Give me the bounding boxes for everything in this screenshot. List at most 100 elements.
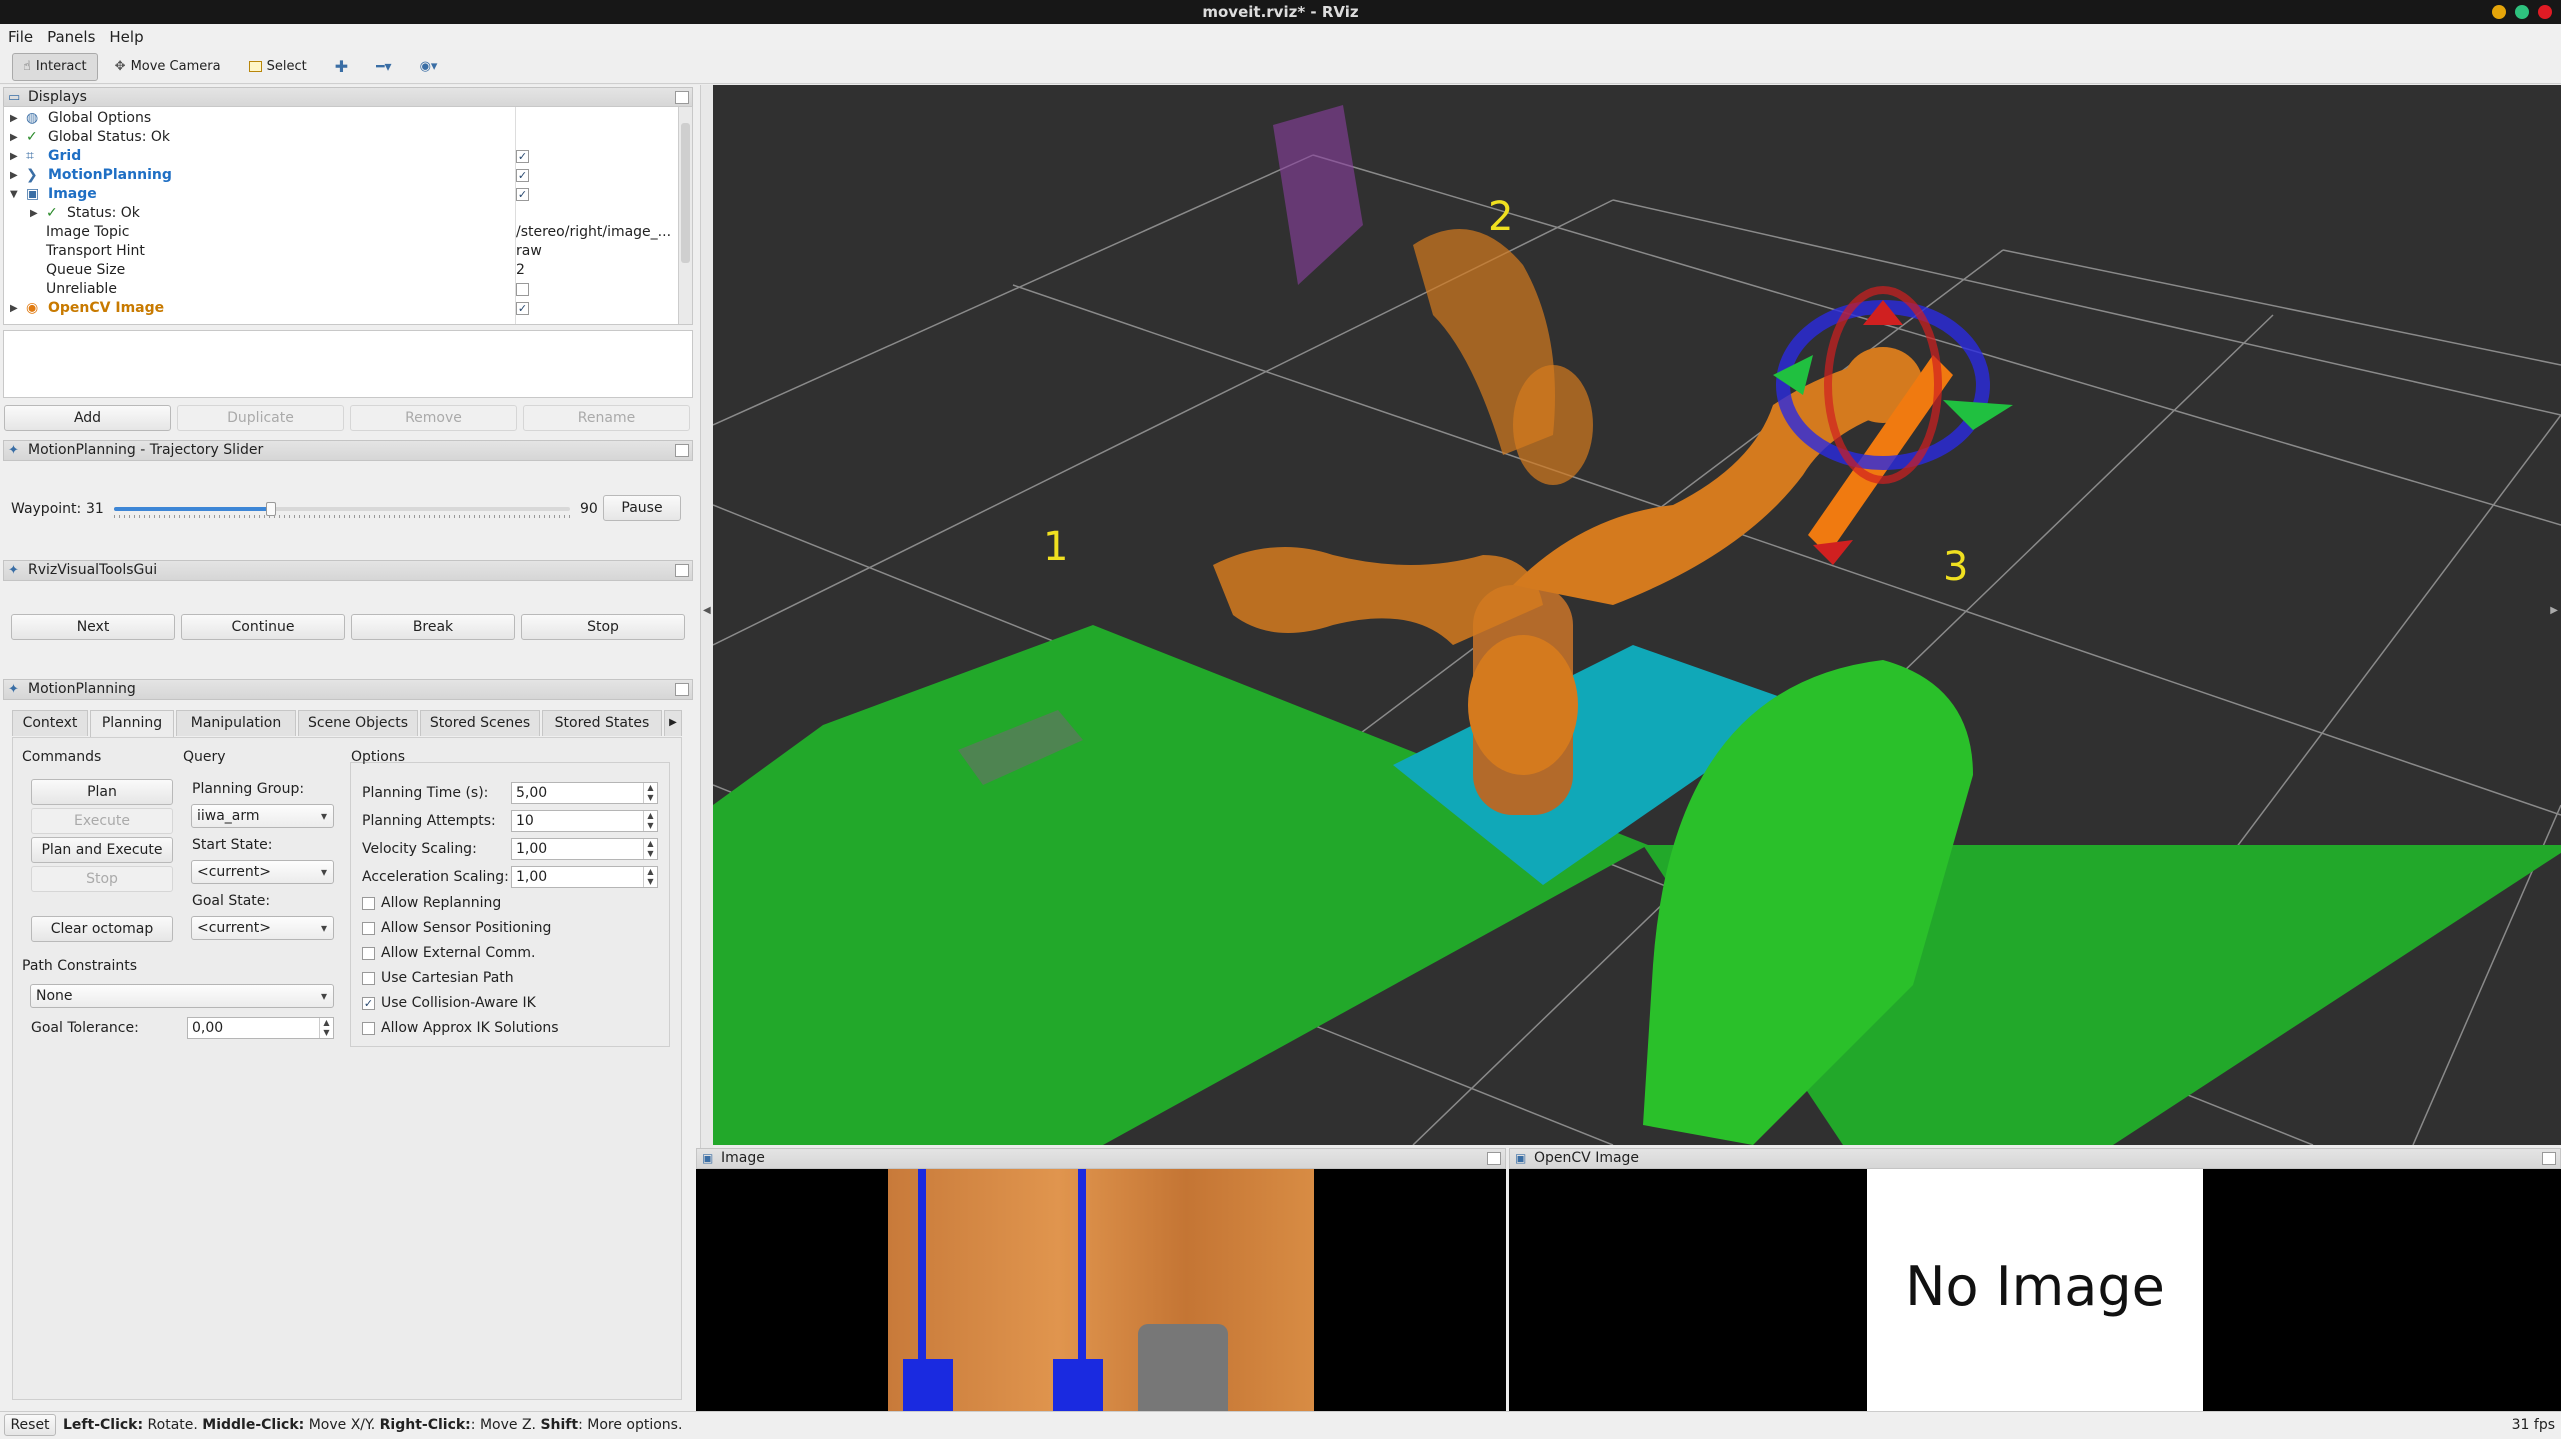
displays-tree[interactable]: ▶ ◍ Global Options ▶ ✓ Global Status: Ok…: [3, 106, 693, 325]
waypoint-slider[interactable]: [114, 500, 570, 518]
acceleration-scaling-input[interactable]: 1,00 ▲ ▼: [511, 866, 658, 888]
allow-approx-ik-checkbox[interactable]: [362, 1021, 375, 1035]
next-button[interactable]: Next: [11, 614, 175, 640]
transport-hint-value[interactable]: raw: [516, 242, 542, 261]
break-button[interactable]: Break: [351, 614, 515, 640]
float-panel-button[interactable]: [675, 91, 689, 104]
allow-sensor-positioning-checkbox[interactable]: [362, 921, 375, 935]
start-state-select[interactable]: <current>: [191, 860, 334, 884]
allow-replanning-checkbox[interactable]: [362, 896, 375, 910]
menu-panels[interactable]: Panels: [47, 24, 95, 50]
tab-context[interactable]: Context: [12, 710, 88, 736]
collapse-right-icon[interactable]: ▶: [2550, 605, 2558, 616]
tree-row-transport-hint[interactable]: Transport Hint raw: [4, 242, 674, 261]
planning-group-select[interactable]: iiwa_arm: [191, 804, 334, 828]
tree-row-opencv-image[interactable]: ▶ ◉ OpenCV Image ✓: [4, 299, 674, 318]
expand-arrow-icon[interactable]: ▶: [10, 299, 18, 318]
goal-tolerance-input[interactable]: 0,00 ▲ ▼: [187, 1017, 334, 1039]
tab-manipulation[interactable]: Manipulation: [176, 710, 296, 736]
queue-size-value[interactable]: 2: [516, 261, 525, 280]
tree-row-grid[interactable]: ▶ ⌗ Grid ✓: [4, 147, 674, 166]
opencv-enabled-checkbox[interactable]: ✓: [516, 301, 529, 315]
use-collision-aware-ik-row[interactable]: ✓ Use Collision-Aware IK: [362, 994, 536, 1012]
tree-row-queue-size[interactable]: Queue Size 2: [4, 261, 674, 280]
image-enabled-checkbox[interactable]: ✓: [516, 187, 529, 201]
float-panel-button[interactable]: [675, 564, 689, 577]
tab-scroll-right-icon[interactable]: ▶: [664, 710, 682, 736]
float-panel-button[interactable]: [2542, 1152, 2556, 1165]
expand-arrow-icon[interactable]: ▶: [30, 204, 38, 223]
tab-scene-objects[interactable]: Scene Objects: [298, 710, 418, 736]
duplicate-display-button[interactable]: Duplicate: [177, 405, 344, 431]
spin-arrows-icon[interactable]: ▲ ▼: [643, 783, 657, 803]
spin-arrows-icon[interactable]: ▲ ▼: [643, 811, 657, 831]
minimize-button[interactable]: [2492, 5, 2506, 19]
clear-octomap-button[interactable]: Clear octomap: [31, 916, 173, 942]
unreliable-checkbox[interactable]: [516, 282, 529, 296]
tree-row-global-status[interactable]: ▶ ✓ Global Status: Ok: [4, 128, 674, 147]
spin-arrows-icon[interactable]: ▲ ▼: [319, 1018, 333, 1038]
grid-enabled-checkbox[interactable]: ✓: [516, 149, 529, 163]
tree-row-unreliable[interactable]: Unreliable: [4, 280, 674, 299]
close-button[interactable]: [2538, 5, 2552, 19]
move-camera-button[interactable]: ✥ Move Camera: [104, 53, 232, 81]
expand-arrow-icon[interactable]: ▶: [10, 109, 18, 128]
expand-arrow-icon[interactable]: ▶: [10, 128, 18, 147]
pause-button[interactable]: Pause: [603, 495, 681, 521]
tree-scrollbar[interactable]: [678, 107, 692, 324]
planning-time-input[interactable]: 5,00 ▲ ▼: [511, 782, 658, 804]
allow-approx-ik-row[interactable]: Allow Approx IK Solutions: [362, 1019, 559, 1037]
tree-row-global-options[interactable]: ▶ ◍ Global Options: [4, 109, 674, 128]
allow-replanning-row[interactable]: Allow Replanning: [362, 894, 501, 912]
allow-external-comm-checkbox[interactable]: [362, 946, 375, 960]
collapse-arrow-icon[interactable]: ▼: [10, 185, 18, 204]
spin-arrows-icon[interactable]: ▲ ▼: [643, 839, 657, 859]
use-cartesian-path-row[interactable]: Use Cartesian Path: [362, 969, 514, 987]
tab-stored-scenes[interactable]: Stored Scenes: [420, 710, 540, 736]
tree-row-image-topic[interactable]: Image Topic /stereo/right/image_...: [4, 223, 674, 242]
goal-state-select[interactable]: <current>: [191, 916, 334, 940]
stop-execution-button[interactable]: Stop: [31, 866, 173, 892]
allow-external-comm-row[interactable]: Allow External Comm.: [362, 944, 535, 962]
select-button[interactable]: Select: [238, 53, 318, 81]
collapse-left-icon[interactable]: ◀: [703, 605, 711, 616]
float-panel-button[interactable]: [675, 444, 689, 457]
measure-button[interactable]: ━▾: [365, 53, 402, 81]
slider-handle[interactable]: [265, 502, 276, 516]
use-collision-aware-ik-checkbox[interactable]: ✓: [362, 996, 375, 1010]
use-cartesian-path-checkbox[interactable]: [362, 971, 375, 985]
scrollbar-thumb[interactable]: [681, 123, 690, 263]
focus-camera-button[interactable]: ✚: [324, 53, 359, 81]
tab-stored-states[interactable]: Stored States: [542, 710, 662, 736]
allow-sensor-positioning-row[interactable]: Allow Sensor Positioning: [362, 919, 551, 937]
add-display-button[interactable]: Add: [4, 405, 171, 431]
tree-row-motionplanning[interactable]: ▶ ❯ MotionPlanning ✓: [4, 166, 674, 185]
tab-planning[interactable]: Planning: [90, 710, 174, 737]
path-constraints-select[interactable]: None: [30, 984, 334, 1008]
spin-arrows-icon[interactable]: ▲ ▼: [643, 867, 657, 887]
motionplanning-enabled-checkbox[interactable]: ✓: [516, 168, 529, 182]
float-panel-button[interactable]: [1487, 1152, 1501, 1165]
menu-file[interactable]: File: [8, 24, 33, 50]
plan-button[interactable]: Plan: [31, 779, 173, 805]
interact-button[interactable]: ☝ Interact: [12, 52, 98, 81]
velocity-scaling-input[interactable]: 1,00 ▲ ▼: [511, 838, 658, 860]
tree-row-image-status[interactable]: ▶ ✓ Status: Ok: [4, 204, 674, 223]
tree-row-image[interactable]: ▼ ▣ Image ✓: [4, 185, 674, 204]
plan-and-execute-button[interactable]: Plan and Execute: [31, 837, 173, 863]
execute-button[interactable]: Execute: [31, 808, 173, 834]
maximize-button[interactable]: [2515, 5, 2529, 19]
expand-arrow-icon[interactable]: ▶: [10, 166, 18, 185]
planning-attempts-input[interactable]: 10 ▲ ▼: [511, 810, 658, 832]
publish-point-button[interactable]: ◉▾: [409, 53, 449, 81]
stop-button[interactable]: Stop: [521, 614, 685, 640]
continue-button[interactable]: Continue: [181, 614, 345, 640]
menu-help[interactable]: Help: [109, 24, 143, 50]
3d-viewport[interactable]: 1 2 3 ▶: [713, 85, 2561, 1145]
remove-display-button[interactable]: Remove: [350, 405, 517, 431]
rename-display-button[interactable]: Rename: [523, 405, 690, 431]
float-panel-button[interactable]: [675, 683, 689, 696]
reset-button[interactable]: Reset: [4, 1414, 56, 1436]
image-topic-value[interactable]: /stereo/right/image_...: [516, 223, 671, 242]
expand-arrow-icon[interactable]: ▶: [10, 147, 18, 166]
